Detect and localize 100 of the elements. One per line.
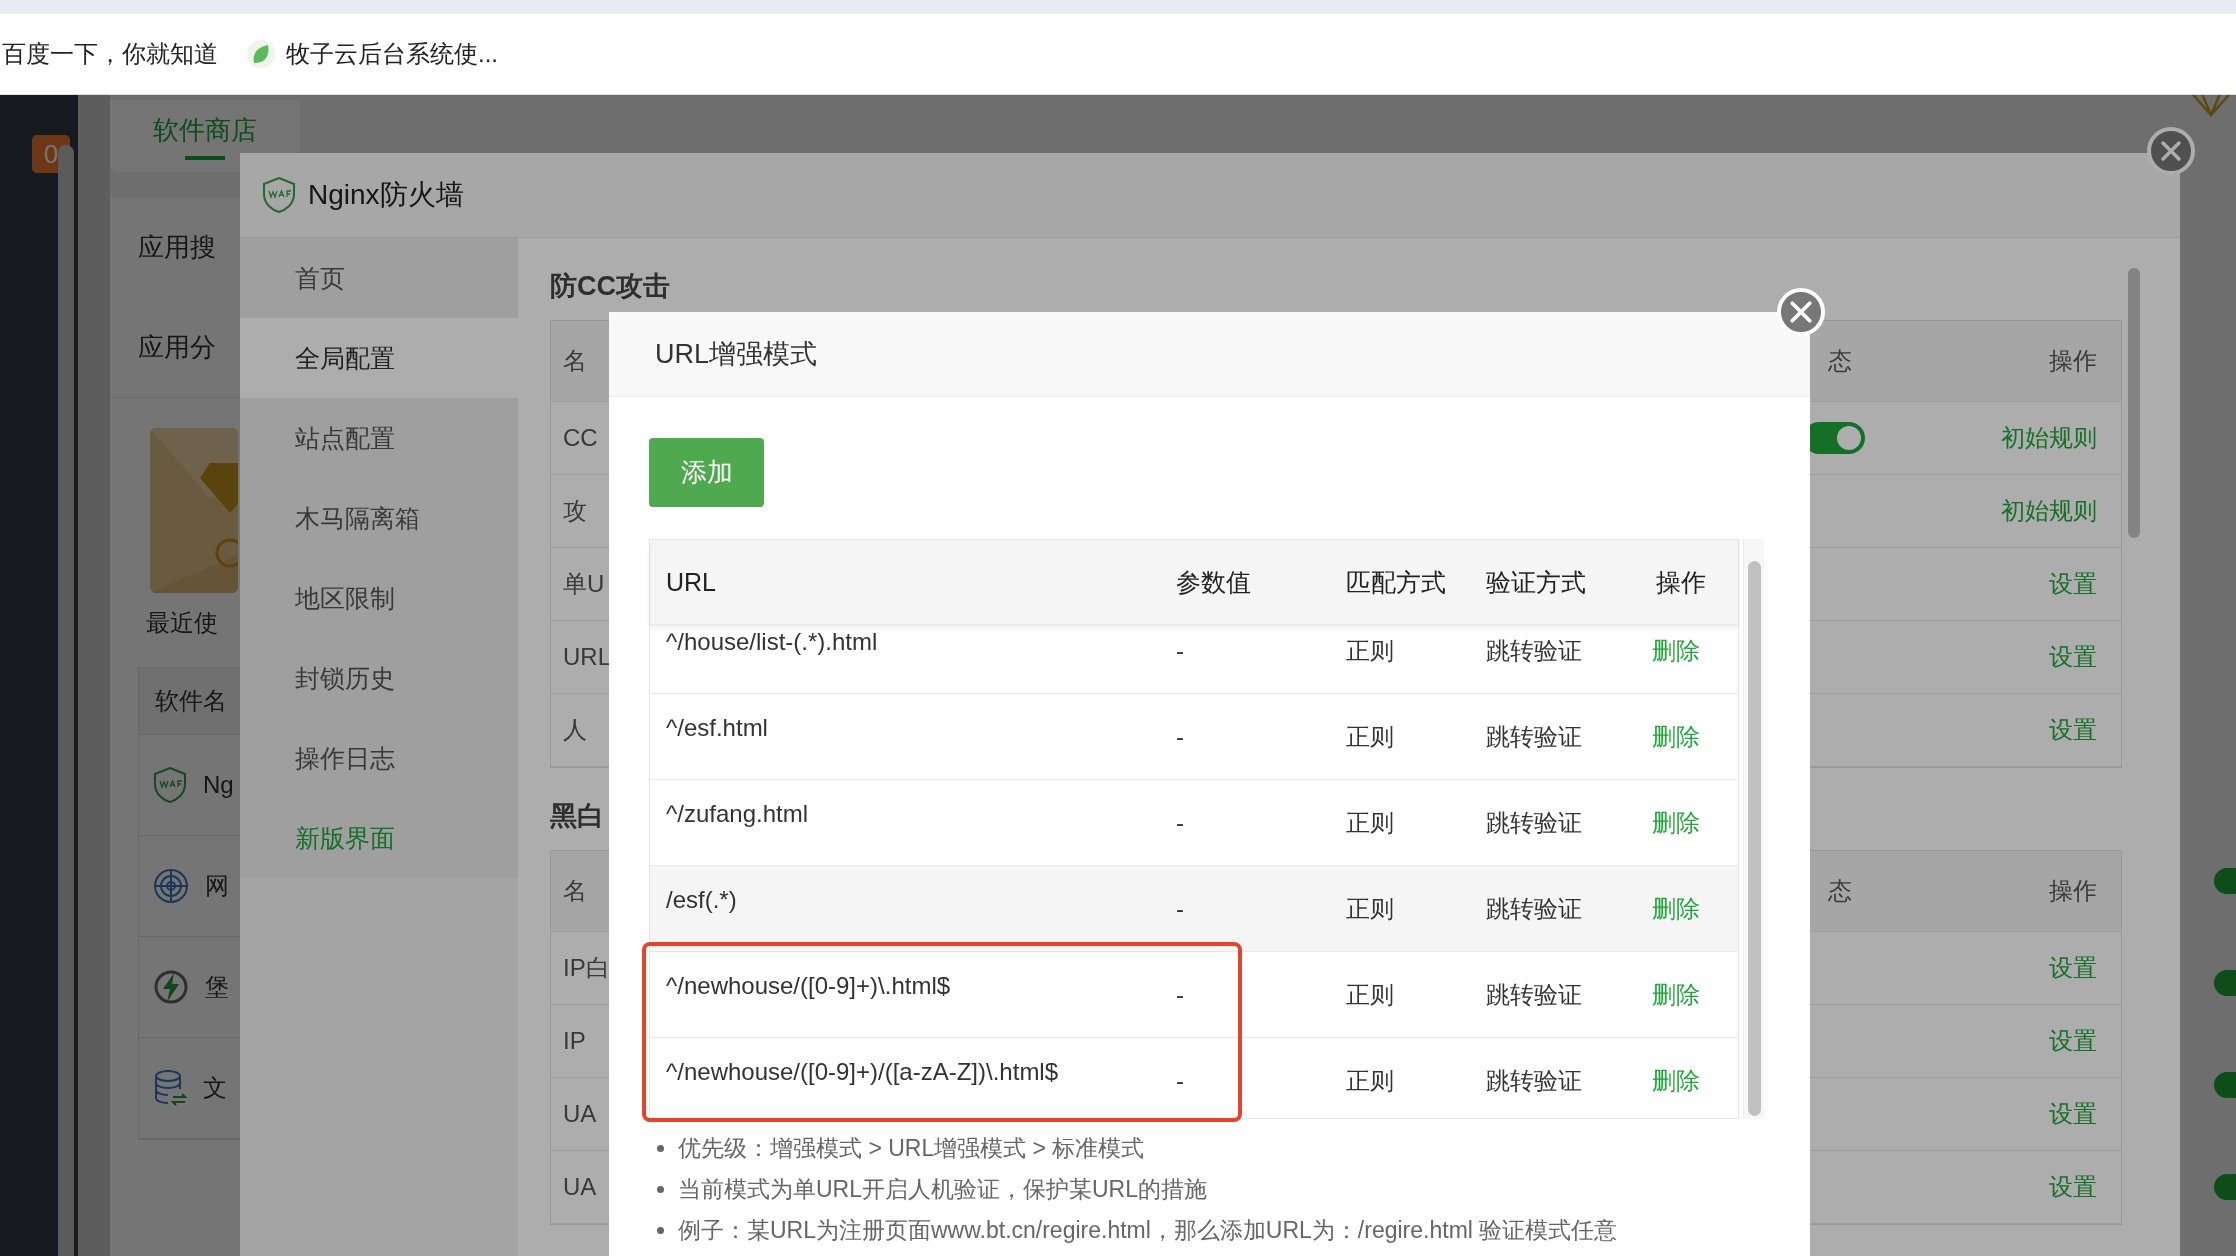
table-cell-text: - <box>1175 1066 1185 1095</box>
column-header: 名 <box>563 876 587 906</box>
scrollbar[interactable] <box>2128 268 2140 538</box>
menu-item[interactable]: 木马隔离箱 <box>240 478 518 558</box>
table-cell-text: 正则 <box>1345 1065 1395 1096</box>
bookmark-link[interactable]: 百度一下，你就知道 <box>2 38 218 70</box>
delete-link[interactable]: 删除 <box>1640 806 1738 839</box>
menu-item[interactable]: 全局配置 <box>240 318 518 398</box>
url-cell-text: ^/house/list-(.*).html <box>665 627 879 656</box>
column-header: 操作 <box>1655 566 1707 598</box>
software-name: 堡 <box>205 972 229 1003</box>
table-cell-text: 攻 <box>563 496 587 526</box>
action-link[interactable]: 设置 <box>2049 1171 2121 1203</box>
shield-icon <box>262 176 296 214</box>
table-cell: URL <box>563 643 611 671</box>
table-cell: UA <box>563 1173 597 1201</box>
delete-link[interactable]: 删除 <box>1640 1064 1738 1097</box>
add-button[interactable]: 添加 <box>649 438 764 507</box>
table-cell-text: 人 <box>563 715 587 745</box>
action-link[interactable]: 设置 <box>2049 714 2121 746</box>
delete-link[interactable]: 删除 <box>1640 720 1738 753</box>
table-row[interactable]: /esf(.*) - 正则 跳转验证 删除 <box>650 866 1738 952</box>
close-button[interactable] <box>2147 127 2195 175</box>
bullet-icon <box>657 1186 664 1193</box>
url-cell-text: ^/zufang.html <box>665 799 809 828</box>
menu-item[interactable]: 站点配置 <box>240 398 518 478</box>
column-header: 态 <box>1827 346 1852 376</box>
radar-icon <box>153 868 189 905</box>
menu-item[interactable]: 新版界面 <box>240 798 518 878</box>
close-icon <box>1789 300 1813 324</box>
category-label: 应用分 <box>138 330 216 364</box>
delete-link[interactable]: 删除 <box>1640 892 1738 925</box>
table-cell-text: 正则 <box>1345 635 1395 666</box>
table-cell-text: 跳转验证 <box>1485 979 1583 1010</box>
recent-label: 最近使 <box>146 609 218 637</box>
table-cell-text: - <box>1175 722 1185 751</box>
delete-link[interactable]: 删除 <box>1640 978 1738 1011</box>
store-tab[interactable]: 软件商店 <box>110 100 300 173</box>
action-link[interactable]: 设置 <box>2049 568 2121 600</box>
action-link[interactable]: 设置 <box>2049 1025 2121 1057</box>
bolt-icon <box>153 969 189 1006</box>
software-name: Ng <box>203 771 234 800</box>
table-cell-text: 跳转验证 <box>1485 721 1583 752</box>
url-cell-text: ^/newhouse/([0-9]+)/([a-zA-Z])\.html$ <box>665 1057 1060 1086</box>
url-cell-text: ^/esf.html <box>665 713 769 742</box>
action-link[interactable]: 初始规则 <box>2001 495 2121 527</box>
column-header: 态 <box>1827 876 1852 906</box>
menu-item[interactable]: 操作日志 <box>240 718 518 798</box>
table-cell-text: - <box>1175 894 1185 923</box>
note-text: 优先级：增强模式 > URL增强模式 > 标准模式 <box>678 1134 1145 1163</box>
note-text: 当前模式为单URL开启人机验证，保护某URL的措施 <box>678 1175 1208 1204</box>
column-header: URL <box>665 567 717 597</box>
column-header: 参数值 <box>1175 566 1252 598</box>
column-header: 操作 <box>2049 346 2098 376</box>
database-icon <box>153 1069 187 1108</box>
action-link[interactable]: 设置 <box>2049 1098 2121 1130</box>
table-cell-text: 正则 <box>1345 893 1395 924</box>
dialog-title: URL增强模式 <box>655 338 817 371</box>
table-cell-text: 正则 <box>1345 807 1395 838</box>
table-cell-text: 正则 <box>1345 979 1395 1010</box>
column-header: 软件名 <box>155 686 227 717</box>
table-cell: UA <box>563 1100 597 1128</box>
table-cell-text: - <box>1175 636 1185 665</box>
shield-icon <box>153 766 187 805</box>
software-name: 网 <box>205 871 229 902</box>
section-title: 防CC攻击 <box>550 270 670 303</box>
bullet-icon <box>657 1145 664 1152</box>
table-cell-text: 正则 <box>1345 721 1395 752</box>
table-cell-text: 跳转验证 <box>1485 893 1583 924</box>
table-cell-text: IP白 <box>563 953 610 983</box>
delete-link[interactable]: 删除 <box>1640 634 1738 667</box>
window-title: Nginx防火墙 <box>308 178 464 212</box>
column-header: 匹配方式 <box>1345 566 1447 598</box>
bullet-icon <box>657 1227 664 1234</box>
table-cell-text: 单U <box>563 569 605 599</box>
software-name: 文 <box>203 1073 227 1104</box>
menu-item[interactable]: 首页 <box>240 238 518 318</box>
table-cell-text: 跳转验证 <box>1485 1065 1583 1096</box>
column-header: 验证方式 <box>1485 566 1587 598</box>
table-cell-text: - <box>1175 808 1185 837</box>
note-text: 例子：某URL为注册页面www.bt.cn/regire.html，那么添加URL为：/regire.html 验证模式任意 <box>678 1216 1618 1245</box>
leaf-icon <box>246 39 276 69</box>
table-cell-text: - <box>1175 980 1185 1009</box>
menu-item[interactable]: 地区限制 <box>240 558 518 638</box>
url-cell-text: ^/newhouse/([0-9]+)\.html$ <box>665 971 952 1000</box>
search-label: 应用搜 <box>138 230 216 264</box>
column-header: 名 <box>563 346 587 376</box>
table-cell-text: 跳转验证 <box>1485 635 1583 666</box>
action-link[interactable]: 初始规则 <box>2001 422 2121 454</box>
column-header: 操作 <box>2049 876 2098 906</box>
bookmark-link[interactable]: 牧子云后台系统使... <box>286 38 498 70</box>
action-link[interactable]: 设置 <box>2049 641 2121 673</box>
action-link[interactable]: 设置 <box>2049 952 2121 984</box>
url-cell-text: /esf(.*) <box>665 885 738 914</box>
close-icon <box>2160 140 2182 162</box>
scrollbar[interactable] <box>1747 561 1761 1116</box>
menu-item[interactable]: 封锁历史 <box>240 638 518 718</box>
section-title: 黑白 <box>550 800 604 833</box>
table-cell: IP <box>563 1027 586 1055</box>
scrollbar[interactable] <box>58 145 74 1256</box>
